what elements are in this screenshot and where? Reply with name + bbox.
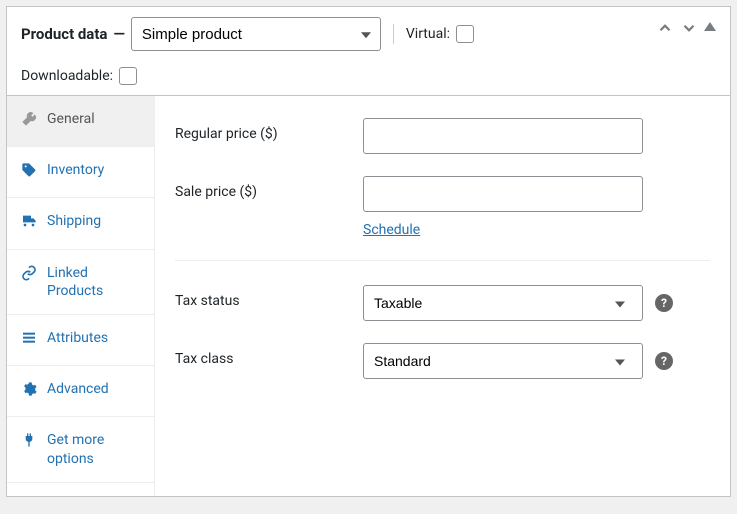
panel-header-controls	[656, 19, 716, 33]
list-icon	[21, 330, 37, 351]
sale-price-input[interactable]	[363, 176, 643, 212]
row-tax-status: Tax status Taxable ?	[175, 285, 710, 321]
tab-label: Advanced	[47, 380, 109, 398]
tab-label: General	[47, 110, 95, 128]
tab-linked-products[interactable]: Linked Products	[7, 250, 154, 315]
row-tax-class: Tax class Standard ?	[175, 343, 710, 379]
tax-class-label: Tax class	[175, 343, 363, 367]
tab-inventory[interactable]: Inventory	[7, 147, 154, 198]
chevron-up-icon[interactable]	[656, 19, 670, 33]
tab-label: Attributes	[47, 329, 108, 347]
regular-price-label: Regular price ($)	[175, 118, 363, 142]
plug-icon	[21, 432, 37, 453]
separator	[393, 24, 394, 44]
help-icon[interactable]: ?	[655, 352, 673, 370]
tag-icon	[21, 162, 37, 183]
sale-price-label: Sale price ($)	[175, 176, 363, 200]
row-regular-price: Regular price ($)	[175, 118, 710, 154]
content-general: Regular price ($) Sale price ($) Schedul…	[155, 96, 730, 496]
tab-label: Get more options	[47, 431, 140, 467]
tax-status-label: Tax status	[175, 285, 363, 309]
link-icon	[21, 265, 37, 286]
tab-advanced[interactable]: Advanced	[7, 366, 154, 417]
gear-icon	[21, 381, 37, 402]
tab-label: Shipping	[47, 212, 101, 230]
panel-header: Product data — Simple product Virtual: D…	[7, 7, 730, 96]
virtual-label: Virtual:	[406, 25, 474, 43]
tab-attributes[interactable]: Attributes	[7, 315, 154, 366]
tab-label: Linked Products	[47, 264, 140, 300]
sidebar: General Inventory Shipping Linked Produc…	[7, 96, 155, 496]
tax-status-select[interactable]: Taxable	[363, 285, 643, 321]
downloadable-label: Downloadable:	[21, 67, 137, 85]
divider	[175, 260, 710, 261]
chevron-down-icon[interactable]	[680, 19, 694, 33]
title-dash: —	[113, 25, 124, 43]
virtual-checkbox[interactable]	[456, 25, 474, 43]
product-type-select[interactable]: Simple product	[131, 17, 381, 51]
tab-shipping[interactable]: Shipping	[7, 198, 154, 249]
tax-class-select[interactable]: Standard	[363, 343, 643, 379]
wrench-icon	[21, 111, 37, 132]
tab-label: Inventory	[47, 161, 104, 179]
schedule-link[interactable]: Schedule	[363, 222, 420, 238]
row-sale-price: Sale price ($) Schedule	[175, 176, 710, 238]
downloadable-checkbox[interactable]	[119, 67, 137, 85]
tab-general[interactable]: General	[7, 96, 154, 147]
truck-icon	[21, 213, 37, 234]
regular-price-input[interactable]	[363, 118, 643, 154]
panel-title: Product data	[21, 25, 107, 43]
collapse-triangle-icon[interactable]	[704, 22, 716, 31]
product-data-panel: Product data — Simple product Virtual: D…	[6, 6, 731, 497]
panel-body: General Inventory Shipping Linked Produc…	[7, 96, 730, 496]
help-icon[interactable]: ?	[655, 294, 673, 312]
tab-get-more-options[interactable]: Get more options	[7, 417, 154, 482]
